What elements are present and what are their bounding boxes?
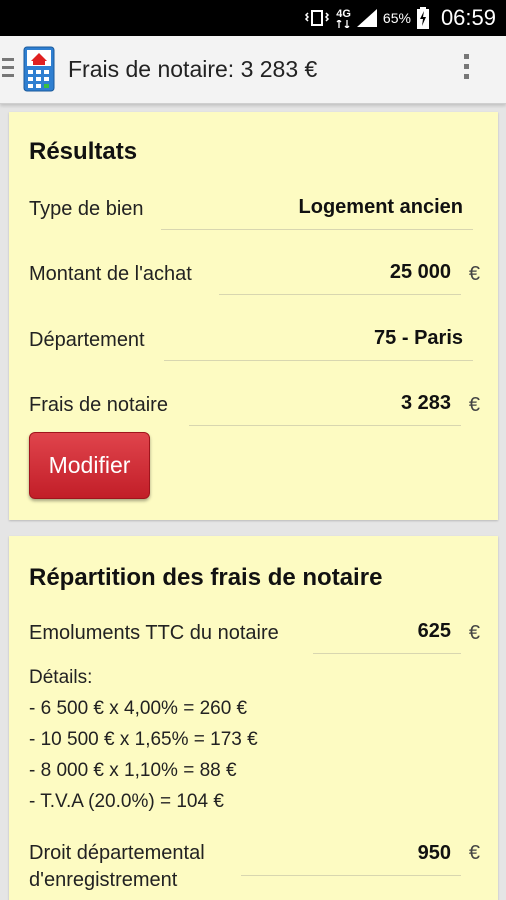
frais-unit: € [468, 394, 480, 416]
status-icons: 4G 65% 06:59 [304, 0, 496, 36]
page-title: Frais de notaire: 3 283 € [68, 56, 318, 82]
repartition-title: Répartition des frais de notaire [29, 564, 383, 591]
type-bien-select[interactable]: Logement ancien [161, 194, 473, 230]
frais-label: Frais de notaire [29, 394, 168, 416]
results-card: Résultats Type de bien Logement ancien M… [9, 112, 498, 520]
results-title: Résultats [29, 138, 138, 165]
vibrate-icon [304, 9, 330, 27]
departement-value: 75 - Paris [374, 327, 463, 349]
row-frais: Frais de notaire 3 283 € [9, 392, 498, 434]
droit-label-line1: Droit départemental [29, 842, 205, 864]
emoluments-value: 625 [417, 620, 451, 642]
battery-charging-icon [416, 7, 429, 29]
droit-field: 950 [241, 840, 461, 876]
battery-percent: 65% [382, 10, 411, 26]
montant-unit: € [468, 263, 480, 285]
emoluments-label: Emoluments TTC du notaire [29, 622, 279, 644]
row-emoluments: Emoluments TTC du notaire 625 € [9, 620, 498, 662]
emoluments-details: Détails: - 6 500 € x 4,00% = 260 € - 10 … [29, 662, 258, 817]
row-droit: Droit départemental d'enregistrement 950… [9, 840, 498, 900]
droit-unit: € [468, 842, 480, 864]
row-montant: Montant de l'achat 25 000 € [9, 261, 498, 303]
droit-value: 950 [417, 842, 451, 864]
modify-button[interactable]: Modifier [29, 432, 150, 499]
type-bien-value: Logement ancien [298, 196, 463, 218]
frais-field: 3 283 [189, 390, 461, 426]
overflow-menu-icon[interactable] [464, 54, 472, 86]
row-type-bien: Type de bien Logement ancien [9, 196, 498, 238]
details-line: - 8 000 € x 1,10% = 88 € [29, 760, 237, 781]
app-logo-icon[interactable] [23, 46, 55, 92]
droit-label-line2: d'enregistrement [29, 869, 178, 891]
montant-field[interactable]: 25 000 [219, 259, 461, 295]
details-line: - 6 500 € x 4,00% = 260 € [29, 698, 248, 719]
network-type-icon: 4G [336, 7, 351, 28]
frais-value: 3 283 [400, 392, 451, 414]
signal-icon [356, 9, 377, 27]
departement-select[interactable]: 75 - Paris [164, 325, 473, 361]
emoluments-unit: € [468, 622, 480, 644]
emoluments-field: 625 [313, 618, 461, 654]
clock: 06:59 [440, 5, 496, 30]
network-type-label: 4G [336, 7, 351, 20]
action-bar: Frais de notaire: 3 283 € [0, 36, 506, 104]
repartition-card: Répartition des frais de notaire Emolume… [9, 536, 498, 900]
row-departement: Département 75 - Paris [9, 327, 498, 369]
montant-value: 25 000 [389, 261, 451, 283]
departement-label: Département [29, 329, 145, 351]
montant-label: Montant de l'achat [29, 263, 192, 285]
status-bar: 4G 65% 06:59 [0, 0, 506, 36]
details-line: - 10 500 € x 1,65% = 173 € [29, 729, 258, 750]
droit-label: Droit départemental d'enregistrement [29, 840, 205, 894]
type-bien-label: Type de bien [29, 198, 144, 220]
details-title: Détails: [29, 667, 93, 688]
details-line: - T.V.A (20.0%) = 104 € [29, 791, 224, 812]
menu-icon[interactable] [2, 58, 14, 78]
